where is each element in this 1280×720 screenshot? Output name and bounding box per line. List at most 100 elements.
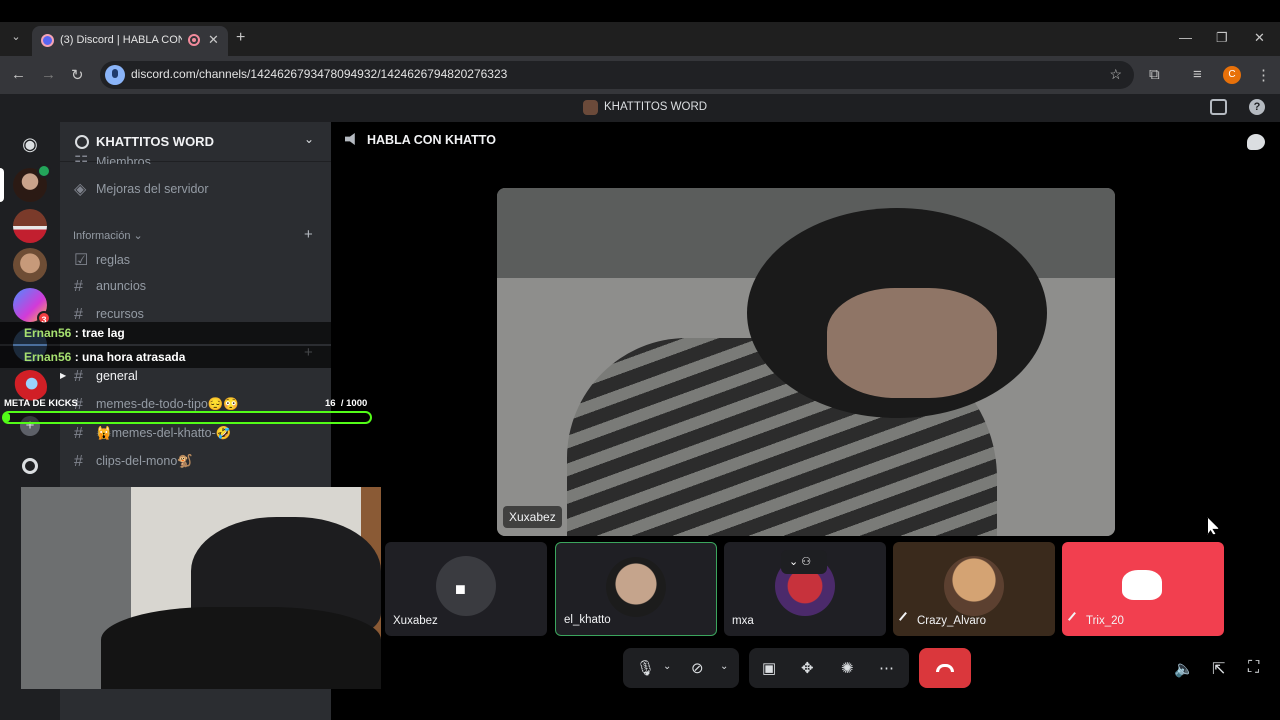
muted-mic-icon: [898, 611, 914, 627]
extensions-icon[interactable]: ⧉: [1149, 66, 1160, 83]
server-boost-icon: [75, 135, 89, 149]
camera-options-chevron-icon[interactable]: ⌄: [720, 661, 728, 672]
activities-icon[interactable]: ✥: [801, 659, 814, 677]
close-window-icon[interactable]: ✕: [1254, 30, 1265, 46]
menu-kebab-icon[interactable]: ⋮: [1256, 66, 1271, 84]
selected-server-pill: [0, 168, 4, 202]
activity-controls: ▣ ✥ ✺ ⋯: [749, 648, 909, 688]
main-video-username: Xuxabez: [503, 506, 562, 528]
pop-out-icon[interactable]: ⇱: [1212, 659, 1225, 679]
channel-clips-del-mono[interactable]: # clips-del-mono🐒: [74, 453, 193, 475]
channel-miembros[interactable]: ☷ Miembros: [74, 152, 151, 164]
media-controls-icon[interactable]: ≡: [1193, 66, 1202, 83]
video-face: [827, 288, 997, 398]
participant-name: Trix_20: [1067, 611, 1124, 627]
goal-count: 16 / 1000: [325, 398, 368, 409]
participant-tile[interactable]: ⌄ ⚇ mxa: [724, 542, 886, 636]
participant-name: el_khatto: [564, 614, 611, 626]
participant-name: mxa: [732, 615, 754, 627]
soundboard-icon[interactable]: ✺: [841, 659, 854, 677]
chat-bubble-icon[interactable]: [1247, 134, 1265, 150]
channel-mejoras[interactable]: ◈ Mejoras del servidor: [74, 179, 209, 201]
server-icon-3[interactable]: [13, 248, 47, 282]
bookmark-star-icon[interactable]: ☆: [1109, 66, 1122, 83]
channel-general[interactable]: # general: [74, 368, 138, 390]
minimize-icon[interactable]: —: [1179, 30, 1192, 45]
tab-title: (3) Discord | HABLA CON KHATTO: [60, 34, 182, 46]
mic-options-chevron-icon[interactable]: ⌄: [663, 661, 671, 672]
goal-progress-bar: [2, 411, 372, 424]
server-icon: [583, 100, 598, 115]
participant-name: Crazy_Alvaro: [898, 611, 986, 627]
hash-icon: #: [74, 368, 83, 385]
speaker-icon: [345, 133, 355, 145]
forward-icon[interactable]: →: [41, 66, 56, 83]
boost-icon: ◈: [74, 181, 87, 198]
back-icon[interactable]: ←: [11, 66, 26, 83]
help-icon[interactable]: ?: [1249, 99, 1265, 115]
tab-close-icon[interactable]: ✕: [208, 32, 219, 48]
more-options-icon[interactable]: ⋯: [879, 659, 894, 677]
channel-reglas[interactable]: ☑ reglas: [74, 250, 130, 272]
profile-avatar[interactable]: C: [1223, 66, 1241, 84]
avatar: [944, 556, 1004, 616]
screen-share-icon[interactable]: ▣: [762, 659, 776, 677]
reload-icon[interactable]: ↻: [71, 66, 84, 84]
fullscreen-icon[interactable]: ⛶: [1248, 659, 1259, 677]
participant-name: Xuxabez: [393, 615, 438, 627]
browser-tab-bar: ⌄ (3) Discord | HABLA CON KHATTO ✕ + — ❐…: [0, 22, 1280, 56]
people-icon: ☷: [74, 154, 89, 164]
discord-logo-icon: [1122, 570, 1162, 600]
stream-chat-line: Ernan56 : trae lag: [0, 322, 331, 344]
camera-off-icon[interactable]: ⊘: [691, 659, 704, 677]
microphone-in-use-icon[interactable]: [105, 65, 125, 85]
voice-active-icon: [37, 164, 51, 178]
server-khattitos[interactable]: [13, 164, 51, 202]
browser-tab[interactable]: (3) Discord | HABLA CON KHATTO ✕: [32, 26, 228, 56]
browser-toolbar: ← → ↻ discord.com/channels/1424626793478…: [0, 56, 1280, 94]
hang-up-icon: [936, 664, 954, 672]
microphone-icon[interactable]: 🎙: [636, 659, 655, 677]
voice-call-area: HABLA CON KHATTO Xuxabez ■ Xuxabez el_kh…: [331, 122, 1280, 720]
disconnect-button[interactable]: [919, 648, 971, 688]
channel-anuncios[interactable]: # anuncios: [74, 278, 146, 300]
inbox-icon[interactable]: [1210, 99, 1227, 115]
server-icon-2[interactable]: [13, 209, 47, 243]
participant-tile[interactable]: Crazy_Alvaro: [893, 542, 1055, 636]
main-video-stream[interactable]: Xuxabez: [497, 188, 1115, 536]
url-text: discord.com/channels/1424626793478094932…: [131, 67, 508, 81]
screen: ⌄ (3) Discord | HABLA CON KHATTO ✕ + — ❐…: [0, 0, 1280, 720]
av-controls: 🎙 ⌄ ⊘ ⌄: [623, 648, 739, 688]
discord-home-icon[interactable]: ◉: [12, 128, 48, 160]
volume-icon[interactable]: 🔈: [1174, 659, 1194, 679]
create-channel-icon[interactable]: +: [304, 226, 313, 243]
chevron-down-icon: ⌄: [304, 132, 315, 146]
call-header: HABLA CON KHATTO: [345, 133, 496, 147]
goal-progress-fill: [4, 413, 10, 422]
category-informacion[interactable]: Información ⌄: [73, 229, 143, 242]
discover-compass-icon[interactable]: [22, 458, 38, 474]
participant-tile-speaking[interactable]: el_khatto: [555, 542, 717, 636]
new-tab-icon[interactable]: +: [236, 29, 245, 47]
discord-title-bar: KHATTITOS WORD ?: [0, 94, 1280, 122]
participant-tiles: ■ Xuxabez el_khatto ⌄ ⚇ mxa Crazy_Alvaro…: [385, 542, 1225, 636]
server-name: KHATTITOS WORD: [96, 134, 214, 149]
avatar: [606, 557, 666, 617]
collapse-participants-button[interactable]: ⌄ ⚇: [781, 550, 827, 574]
tab-search-chevron-icon[interactable]: ⌄: [6, 30, 26, 48]
window-title: KHATTITOS WORD: [604, 101, 708, 113]
stream-chat-line: Ernan56 : una hora atrasada: [0, 346, 331, 368]
goal-label: META DE KICKS: [4, 398, 78, 409]
hash-icon: #: [74, 425, 83, 442]
muted-mic-icon: [1067, 611, 1083, 627]
server-icon-4[interactable]: 3: [13, 288, 51, 325]
channel-memes-del-khatto[interactable]: # 🙀memes-del-khatto-🤣: [74, 425, 231, 447]
address-bar[interactable]: discord.com/channels/1424626793478094932…: [100, 61, 1134, 89]
participant-tile[interactable]: ■ Xuxabez: [385, 542, 547, 636]
camera-icon: ■: [455, 579, 466, 599]
tab-recording-icon[interactable]: [188, 34, 200, 46]
avatar: [436, 556, 496, 616]
restore-icon[interactable]: ❐: [1216, 30, 1228, 46]
participant-tile[interactable]: Trix_20: [1062, 542, 1224, 636]
discord-favicon-icon: [41, 34, 54, 47]
